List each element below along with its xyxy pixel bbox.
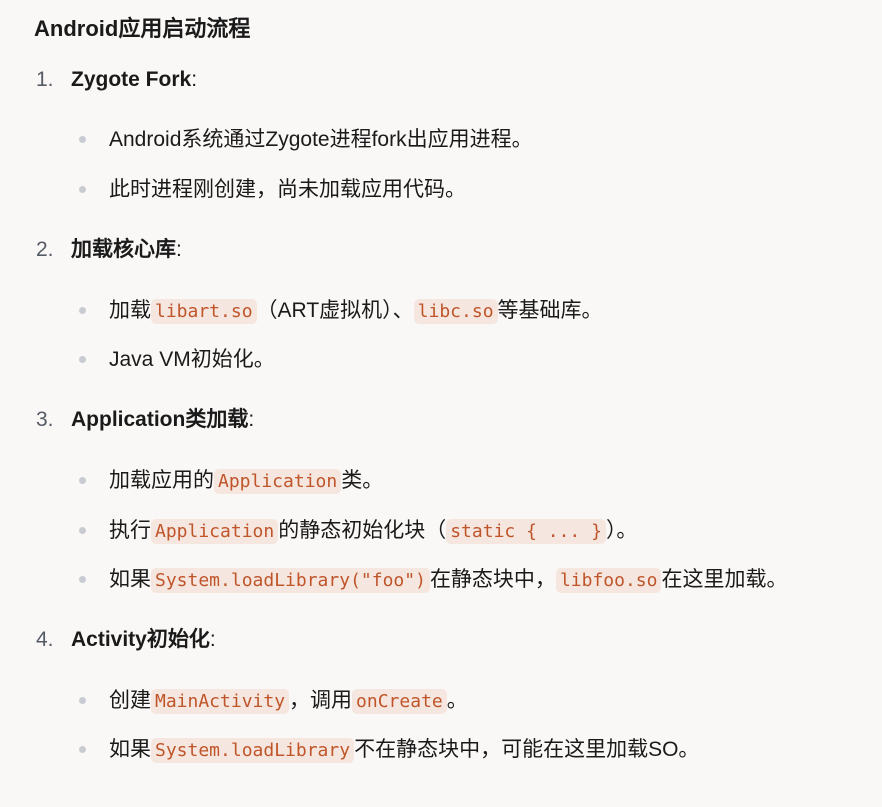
inline-code: libfoo.so [555, 568, 662, 593]
bullet-dot-icon [79, 697, 86, 704]
bullet-dot-icon [79, 307, 86, 314]
section-item: 1. Zygote Fork: [34, 64, 882, 100]
section-title: Activity初始化 [71, 628, 210, 651]
inline-code: libc.so [413, 299, 498, 324]
list-item: 如果 System.loadLibrary 不在静态块中，可能在这里加载SO。 [76, 733, 882, 767]
text-segment: （ART虚拟机）、 [256, 299, 414, 322]
inline-code: Application [151, 519, 279, 544]
list-item: Java VM初始化。 [76, 343, 882, 377]
inline-code: Application [214, 469, 342, 494]
text-segment: ）。 [605, 519, 638, 542]
bullet-text: 如果 System.loadLibrary("foo") 在静态块中， libfoo.… [109, 563, 787, 598]
text-segment: 此时进程刚创建，尚未加载应用代码。 [109, 178, 466, 201]
section-heading: Activity初始化: [71, 624, 216, 656]
text-segment: 不在静态块中，可能在这里加载SO。 [354, 738, 700, 761]
list-item: 加载 libart.so （ART虚拟机）、 libc.so 等基础库。 [76, 294, 882, 328]
section-colon: : [176, 238, 182, 261]
inline-code: libart.so [151, 299, 257, 324]
list-item: 执行 Application 的静态初始化块（ static { ... }）。 [76, 514, 882, 548]
section-title: 加载核心库 [71, 238, 176, 261]
section-heading: 加载核心库: [71, 234, 182, 266]
text-segment: 类。 [341, 469, 384, 492]
section-colon: : [191, 68, 198, 91]
section-number: 2. [36, 238, 54, 261]
list-item: Android系统通过Zygote进程fork出应用进程。 [76, 123, 882, 157]
bullet-text: 此时进程刚创建，尚未加载应用代码。 [109, 173, 466, 207]
section-colon: : [209, 628, 216, 651]
bullet-text: Java VM初始化。 [109, 343, 275, 377]
document: Android应用启动流程 1. Zygote Fork: Android系统通… [0, 0, 882, 807]
bullet-text: Android系统通过Zygote进程fork出应用进程。 [109, 123, 533, 157]
section-item: 4. Activity初始化: [34, 624, 882, 660]
bullet-text: 如果 System.loadLibrary 不在静态块中，可能在这里加载SO。 [109, 733, 699, 768]
bullet-dot-icon [79, 477, 86, 484]
section-heading: Application类加载: [71, 404, 254, 436]
bullet-dot-icon [79, 746, 86, 753]
inline-code: System.loadLibrary [151, 738, 355, 763]
text-segment: ，调用 [289, 689, 353, 712]
section-item: 3. Application类加载: [34, 404, 882, 440]
text-segment: 如果 [109, 738, 151, 761]
bullet-text: 加载应用的 Application 类。 [109, 464, 383, 499]
inline-code: onCreate [352, 689, 447, 714]
section-title: Application类加载 [71, 408, 249, 431]
bullet-dot-icon [79, 136, 86, 143]
text-segment: 如果 [109, 568, 151, 591]
bullet-dot-icon [79, 576, 86, 583]
text-segment: 在静态块中， [429, 568, 556, 591]
inline-code: static { ... } [446, 519, 606, 544]
text-segment: 加载应用的 [109, 469, 214, 492]
text-segment: Java VM初始化。 [109, 348, 275, 371]
bullet-text: 执行 Application 的静态初始化块（ static { ... }）。 [109, 514, 637, 549]
section-number: 1. [36, 68, 54, 91]
list-item: 创建 MainActivity ，调用 onCreate。 [76, 684, 882, 718]
text-segment: 的静态初始化块（ [278, 519, 447, 542]
section-title: Zygote Fork [71, 68, 192, 91]
text-segment: 。 [446, 689, 468, 712]
list-item: 此时进程刚创建，尚未加载应用代码。 [76, 173, 882, 207]
list-item: 如果 System.loadLibrary("foo") 在静态块中， libfoo.… [76, 563, 882, 597]
bullet-dot-icon [79, 186, 86, 193]
text-segment: 创建 [109, 689, 151, 712]
inline-code: System.loadLibrary("foo") [151, 568, 430, 593]
bullet-text: 加载 libart.so （ART虚拟机）、 libc.so 等基础库。 [109, 294, 603, 329]
page-title: Android应用启动流程 [34, 16, 251, 41]
section-colon: : [248, 408, 255, 431]
bullet-dot-icon [79, 356, 86, 363]
text-segment: Android系统通过Zygote进程fork出应用进程。 [109, 128, 533, 151]
text-segment: 在这里加载。 [661, 568, 788, 591]
list-item: 加载应用的 Application 类。 [76, 464, 882, 498]
bullet-text: 创建 MainActivity ，调用 onCreate。 [109, 684, 468, 719]
section-item: 2. 加载核心库: [34, 234, 882, 270]
text-segment: 执行 [109, 519, 151, 542]
inline-code: MainActivity [151, 689, 290, 714]
section-heading: Zygote Fork: [71, 64, 197, 96]
section-number: 3. [36, 408, 54, 431]
bullet-dot-icon [79, 527, 86, 534]
section-number: 4. [36, 628, 54, 651]
text-segment: 加载 [109, 299, 151, 322]
text-segment: 等基础库。 [497, 299, 603, 322]
